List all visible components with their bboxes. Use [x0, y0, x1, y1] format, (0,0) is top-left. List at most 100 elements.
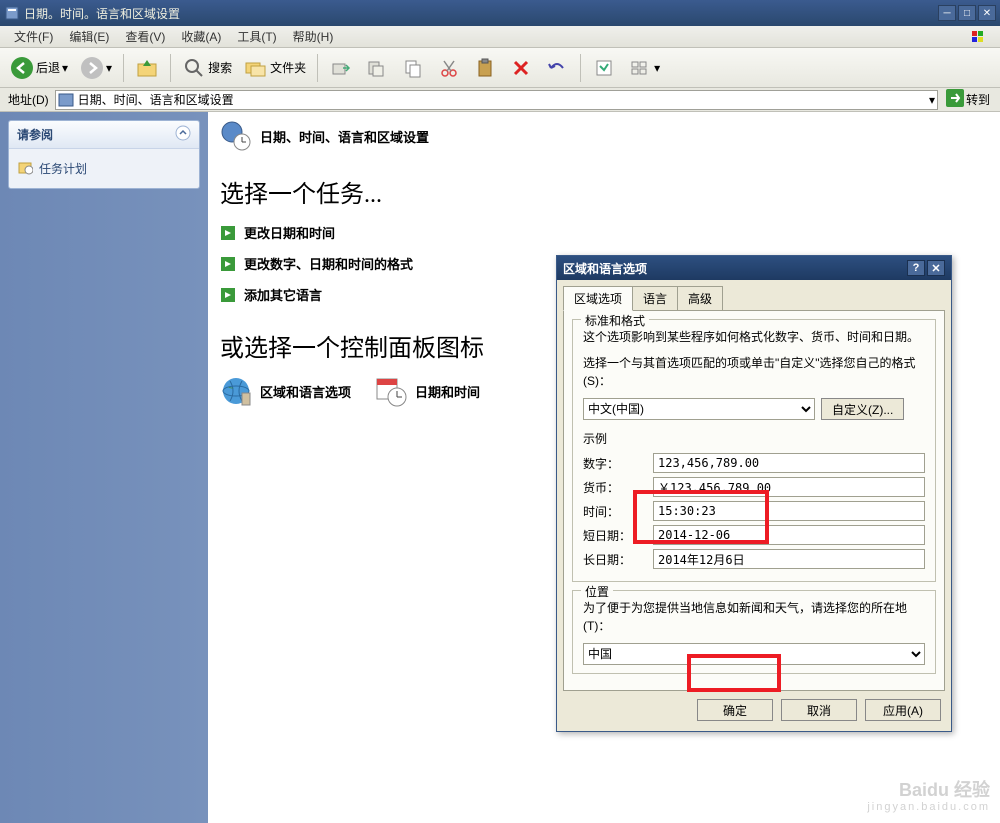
address-field[interactable]: 日期、时间、语言和区域设置 ▾ — [55, 90, 938, 110]
copy-icon — [401, 56, 425, 80]
search-icon — [182, 56, 206, 80]
task-icon — [17, 159, 33, 178]
menu-edit[interactable]: 编辑(E) — [61, 26, 117, 47]
tab-regional[interactable]: 区域选项 — [563, 286, 633, 311]
standards-legend: 标准和格式 — [581, 312, 649, 329]
sidepanel-header[interactable]: 请参阅 — [9, 121, 199, 149]
sidepanel: 请参阅 任务计划 — [8, 120, 200, 189]
views-button[interactable]: ▾ — [624, 54, 664, 82]
arrow-icon — [220, 256, 236, 272]
up-button[interactable] — [131, 54, 163, 82]
menu-file[interactable]: 文件(F) — [6, 26, 61, 47]
dropdown-icon[interactable]: ▾ — [929, 93, 935, 107]
copy-button[interactable] — [397, 54, 429, 82]
addressbar: 地址(D) 日期、时间、语言和区域设置 ▾ 转到 — [0, 88, 1000, 112]
number-sample: 123,456,789.00 — [653, 453, 925, 473]
apply-button[interactable]: 应用(A) — [865, 699, 941, 721]
app-icon — [4, 5, 20, 21]
location-desc: 为了便于为您提供当地信息如新闻和天气，请选择您的所在地(T)： — [583, 599, 925, 635]
copy-to-button[interactable] — [361, 54, 393, 82]
time-sample: 15:30:23 — [653, 501, 925, 521]
forward-icon — [80, 56, 104, 80]
dropdown-icon: ▾ — [106, 61, 112, 75]
dropdown-icon: ▾ — [654, 61, 660, 75]
dialog-title: 区域和语言选项 — [563, 260, 905, 277]
task-label: 更改日期和时间 — [244, 223, 335, 242]
watermark: Baidu 经验 jingyan.baidu.com — [867, 781, 990, 813]
go-button[interactable]: 转到 — [942, 87, 994, 112]
address-value: 日期、时间、语言和区域设置 — [78, 91, 234, 108]
dropdown-icon: ▾ — [62, 61, 68, 75]
windows-flag-icon — [970, 29, 994, 45]
menu-tools[interactable]: 工具(T) — [229, 26, 284, 47]
cp-regional-options[interactable]: 区域和语言选项 — [220, 375, 351, 407]
address-icon — [58, 92, 74, 108]
back-icon — [10, 56, 34, 80]
sidepanel-body: 任务计划 — [9, 149, 199, 188]
watermark-line2: jingyan.baidu.com — [867, 801, 990, 813]
dialog-help-button[interactable]: ? — [907, 260, 925, 276]
currency-sample: ￥123,456,789.00 — [653, 477, 925, 497]
cut-button[interactable] — [433, 54, 465, 82]
globe-icon — [220, 375, 252, 407]
location-select[interactable]: 中国 — [583, 643, 925, 665]
go-icon — [946, 89, 964, 110]
paste-button[interactable] — [469, 54, 501, 82]
delete-icon — [509, 56, 533, 80]
locale-select[interactable]: 中文(中国) — [583, 398, 815, 420]
move-to-button[interactable] — [325, 54, 357, 82]
sidebar-item-label: 任务计划 — [39, 160, 87, 177]
dialog-tabs: 区域选项 语言 高级 — [563, 286, 945, 310]
maximize-button[interactable]: □ — [958, 5, 976, 21]
menu-view[interactable]: 查看(V) — [117, 26, 173, 47]
menu-favorites[interactable]: 收藏(A) — [173, 26, 229, 47]
minimize-button[interactable]: ─ — [938, 5, 956, 21]
move-to-icon — [329, 56, 353, 80]
samples-label: 示例 — [583, 430, 925, 447]
tab-advanced[interactable]: 高级 — [677, 286, 723, 310]
window-title: 日期。时间。语言和区域设置 — [24, 5, 938, 22]
tab-language[interactable]: 语言 — [632, 286, 678, 310]
calendar-clock-icon — [375, 375, 407, 407]
standards-fieldset: 标准和格式 这个选项影响到某些程序如何格式化数字、货币、时间和日期。 选择一个与… — [572, 319, 936, 582]
longdate-label: 长日期： — [583, 551, 647, 568]
sidebar-item-scheduled-tasks[interactable]: 任务计划 — [17, 157, 191, 180]
paste-icon — [473, 56, 497, 80]
cp-date-time[interactable]: 日期和时间 — [375, 375, 480, 407]
delete-button[interactable] — [505, 54, 537, 82]
menu-help[interactable]: 帮助(H) — [285, 26, 342, 47]
cancel-button[interactable]: 取消 — [781, 699, 857, 721]
ok-button[interactable]: 确定 — [697, 699, 773, 721]
standards-desc2: 选择一个与其首选项匹配的项或单击"自定义"选择您自己的格式(S)： — [583, 354, 925, 390]
tab-panel: 标准和格式 这个选项影响到某些程序如何格式化数字、货币、时间和日期。 选择一个与… — [563, 310, 945, 691]
folders-icon — [244, 56, 268, 80]
task-change-date-time[interactable]: 更改日期和时间 — [220, 217, 988, 248]
task-label: 添加其它语言 — [244, 285, 322, 304]
section-pick-task: 选择一个任务... — [208, 160, 1000, 213]
folder-up-icon — [135, 56, 159, 80]
window-titlebar: 日期。时间。语言和区域设置 ─ □ ✕ — [0, 0, 1000, 26]
number-label: 数字： — [583, 455, 647, 472]
location-legend: 位置 — [581, 583, 613, 600]
forward-button[interactable]: ▾ — [76, 54, 116, 82]
longdate-sample: 2014年12月6日 — [653, 549, 925, 569]
sidebar: 请参阅 任务计划 — [0, 112, 208, 823]
close-button[interactable]: ✕ — [978, 5, 996, 21]
search-button[interactable]: 搜索 — [178, 54, 236, 82]
sidepanel-title: 请参阅 — [17, 126, 53, 143]
undo-button[interactable] — [541, 54, 573, 82]
properties-button[interactable] — [588, 54, 620, 82]
dialog-close-button[interactable]: ✕ — [927, 260, 945, 276]
address-label: 地址(D) — [6, 91, 51, 108]
menubar: 文件(F) 编辑(E) 查看(V) 收藏(A) 工具(T) 帮助(H) — [0, 26, 1000, 48]
time-label: 时间： — [583, 503, 647, 520]
go-label: 转到 — [966, 91, 990, 108]
back-button[interactable]: 后退 ▾ — [6, 54, 72, 82]
cp-icon-label: 日期和时间 — [415, 382, 480, 401]
customize-button[interactable]: 自定义(Z)... — [821, 398, 904, 420]
folders-button[interactable]: 文件夹 — [240, 54, 310, 82]
regional-options-dialog: 区域和语言选项 ? ✕ 区域选项 语言 高级 标准和格式 这个选项影响到某些程序… — [556, 255, 952, 732]
collapse-icon[interactable] — [175, 125, 191, 144]
search-label: 搜索 — [208, 59, 232, 76]
watermark-line1: Baidu 经验 — [867, 781, 990, 801]
